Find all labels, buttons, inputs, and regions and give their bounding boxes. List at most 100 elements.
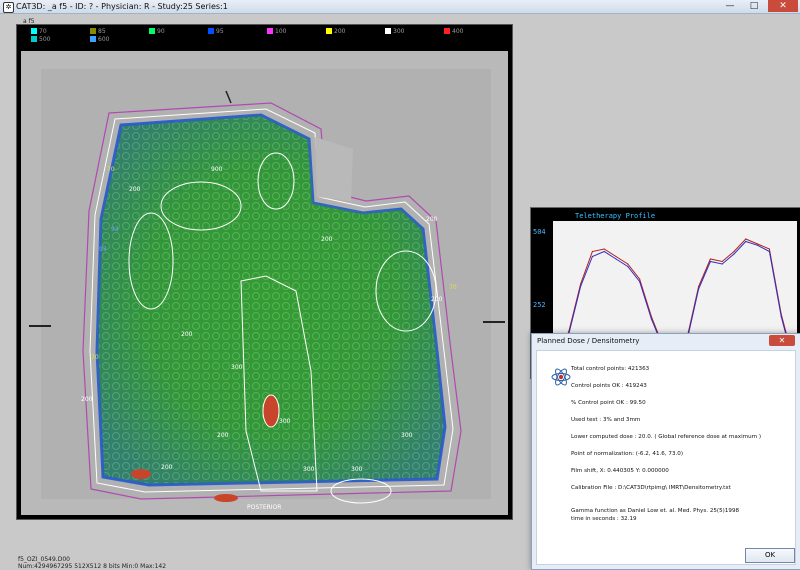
dialog-results: Total control points: 421363 Control poi… xyxy=(571,365,791,501)
legend-swatch xyxy=(90,28,96,34)
legend-value: 85 xyxy=(98,27,106,35)
isodose-legend: 70 85 90 95 100 200 300 400 500 600 xyxy=(19,27,509,45)
profile-point xyxy=(627,265,629,268)
dialog-body: Total control points: 421363 Control poi… xyxy=(536,350,796,565)
legend-swatch xyxy=(267,28,273,34)
profile-point xyxy=(591,255,593,258)
gamma-info: Gamma function as Daniel Low et. al. Med… xyxy=(571,507,739,523)
contour-value-label: 200 xyxy=(129,186,141,193)
profile-point xyxy=(733,253,735,255)
profile-point xyxy=(780,315,782,318)
profile-point xyxy=(580,285,582,288)
profile-point xyxy=(698,288,700,290)
legend-value: 90 xyxy=(157,27,165,35)
legend-item: 500 xyxy=(31,35,50,43)
legend-item: 70 xyxy=(31,27,47,35)
profile-point xyxy=(745,238,747,240)
contour-value-label: 900 xyxy=(211,166,223,173)
profile-point xyxy=(591,250,593,253)
contour-value-label: 93 xyxy=(99,246,107,253)
dialog-title: Planned Dose / Densitometry xyxy=(537,337,640,345)
legend-value: 400 xyxy=(452,27,464,35)
legend-item: 90 xyxy=(149,27,165,35)
contour-value-label: 70 xyxy=(107,166,115,173)
profile-point xyxy=(745,240,747,243)
film-shift: Film shift, X: 0.440305 Y: 0.000000 xyxy=(571,468,669,474)
profile-point xyxy=(603,250,605,253)
isodose-viewer[interactable]: 70 85 90 95 100 200 300 400 500 600 200 … xyxy=(16,24,513,520)
title-bar: ✲ CAT3D: _a f5 - ID: ? - Physician: R - … xyxy=(0,0,800,14)
legend-item: 300 xyxy=(385,27,404,35)
profile-point xyxy=(639,280,641,283)
gamma-reference: Gamma function as Daniel Low et. al. Med… xyxy=(571,508,740,514)
y-tick-label-252: 252 xyxy=(533,301,546,309)
legend-swatch xyxy=(385,28,391,34)
film-image[interactable]: 200 200 200 900 300 300 300 300 300 200 200 200 200 2… xyxy=(21,51,508,515)
profile-point xyxy=(603,248,605,250)
legend-value: 600 xyxy=(98,35,110,43)
contour-value-label: 93 xyxy=(111,226,119,233)
contour-value-label: 200 xyxy=(321,236,333,243)
close-button[interactable]: ✕ xyxy=(768,0,798,12)
legend-swatch xyxy=(31,28,37,34)
contour-value-label: 70 xyxy=(449,284,457,291)
profile-point xyxy=(721,260,723,263)
calibration-file: Calibration File : D:\CAT3D\rtpimg\ IMRT… xyxy=(571,485,731,491)
point-of-normalization: Point of normalization: (-6.2, 41.6, 73.… xyxy=(571,451,684,457)
legend-swatch xyxy=(149,28,155,34)
legend-swatch xyxy=(444,28,450,34)
profile-point xyxy=(768,250,770,253)
isodose-map: 200 200 200 900 300 300 300 300 300 200 200 200 200 2… xyxy=(21,51,508,515)
minimize-button[interactable]: — xyxy=(718,0,742,12)
status-image-info: Num:4294967295 512X512 8 bits Min:0 Max:… xyxy=(18,563,167,570)
contour-value-label: 300 xyxy=(351,466,363,473)
profile-point xyxy=(627,263,629,265)
profile-point xyxy=(768,248,770,250)
dialog-close-button[interactable]: ✕ xyxy=(769,335,795,346)
total-control-points: Total control points: 421363 xyxy=(571,366,650,372)
legend-value: 200 xyxy=(334,27,346,35)
legend-item: 400 xyxy=(444,27,463,35)
percent-control-ok: % Control point OK : 99.50 xyxy=(571,400,646,406)
contour-value-label: 300 xyxy=(231,364,243,371)
hot-spot xyxy=(214,494,238,502)
legend-item: 100 xyxy=(267,27,286,35)
legend-item: 200 xyxy=(326,27,345,35)
legend-swatch xyxy=(31,36,37,42)
contour-value-label: 200 xyxy=(181,331,193,338)
legend-swatch xyxy=(90,36,96,42)
profile-point xyxy=(615,258,617,260)
profile-point xyxy=(709,260,711,263)
profile-title: Teletherapy Profile xyxy=(575,212,656,220)
profile-point xyxy=(709,258,711,260)
contour-value-label: 200 xyxy=(81,396,93,403)
contour-value-label: 200 xyxy=(161,464,173,471)
legend-item: 85 xyxy=(90,27,106,35)
legend-swatch xyxy=(208,28,214,34)
y-tick-label-504: 504 xyxy=(533,228,546,236)
window-title: CAT3D: _a f5 - ID: ? - Physician: R - St… xyxy=(16,2,228,11)
densitometry-dialog[interactable]: Planned Dose / Densitometry ✕ Total cont… xyxy=(531,333,800,570)
ok-button[interactable]: OK xyxy=(745,548,795,563)
legend-value: 300 xyxy=(393,27,405,35)
legend-value: 100 xyxy=(275,27,287,35)
profile-point xyxy=(615,255,617,258)
computation-time: time in seconds : 32.19 xyxy=(571,516,637,522)
profile-point xyxy=(639,278,641,280)
contour-value-label: 70 xyxy=(91,354,99,361)
profile-point xyxy=(733,250,735,253)
used-test: Used test : 3% and 3mm xyxy=(571,417,641,423)
profile-point xyxy=(721,263,723,265)
profile-point xyxy=(757,243,759,245)
contour-value-label: 300 xyxy=(279,418,291,425)
legend-value: 70 xyxy=(39,27,47,35)
contour-value-label: 300 xyxy=(401,432,413,439)
hot-spot xyxy=(131,469,151,479)
app-icon: ✲ xyxy=(3,2,14,13)
status-filename: f5_OZI_0549.D00 xyxy=(18,556,70,563)
maximize-button[interactable]: □ xyxy=(742,0,766,12)
atom-icon xyxy=(551,368,571,386)
contour-value-label: 300 xyxy=(303,466,315,473)
contour-value-label: 200 xyxy=(217,432,229,439)
profile-point xyxy=(650,318,652,320)
